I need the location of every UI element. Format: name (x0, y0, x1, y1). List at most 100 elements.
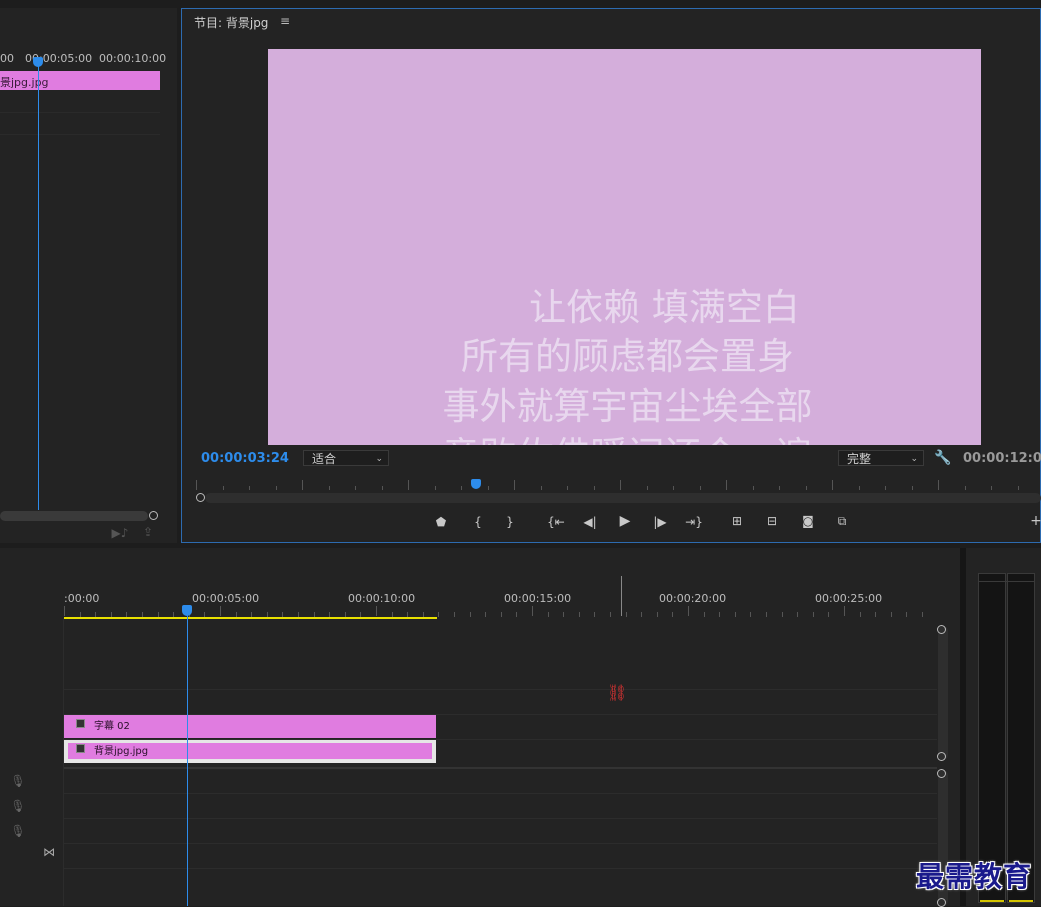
track-divider (64, 868, 937, 869)
source-clip[interactable]: 景jpg.jpg (0, 71, 160, 90)
microphone-icon[interactable]: 🎙 (8, 824, 28, 838)
mark-out-icon[interactable]: } (500, 515, 520, 529)
ruler-tick (673, 486, 674, 490)
timeline-ruler-label-2: 00:00:10:00 (348, 592, 416, 605)
program-scrollbar[interactable] (205, 493, 1041, 503)
ruler-tick (858, 486, 860, 490)
ruler-tick (220, 606, 221, 616)
watermark-logo: 最需教育 (916, 860, 1033, 893)
ruler-tick (469, 612, 471, 617)
quality-select-value: 完整 (847, 452, 872, 466)
ruler-tick (454, 612, 455, 617)
timeline-ruler-label-5: 00:00:25:00 (815, 592, 883, 605)
ruler-tick (376, 606, 377, 616)
audio-meter-right (1007, 573, 1035, 903)
chevron-down-icon: ⌄ (910, 454, 918, 464)
track-header-column (0, 618, 64, 906)
program-scroll-start-handle[interactable] (196, 493, 205, 502)
ruler-tick (1017, 486, 1019, 490)
step-back-icon[interactable]: ◀| (580, 515, 600, 529)
ruler-tick (750, 612, 752, 617)
fit-select[interactable]: 适合 ⌄ (303, 450, 389, 466)
audio-meter-level-right (1009, 900, 1033, 902)
ruler-tick (964, 486, 966, 490)
ruler-tick (890, 612, 892, 617)
source-clip-label: 景jpg.jpg (0, 76, 49, 89)
ruler-tick (461, 486, 462, 490)
ruler-tick (540, 486, 542, 490)
microphone-icon[interactable]: 🎙 (8, 774, 28, 788)
wrench-icon[interactable]: 🔧 (933, 451, 953, 465)
source-track-divider-2 (0, 134, 160, 135)
ruler-tick (302, 480, 303, 490)
ruler-tick (688, 606, 689, 616)
ruler-tick (610, 612, 611, 617)
add-icon[interactable]: + (1026, 514, 1041, 528)
vscroll-handle[interactable] (937, 769, 946, 778)
source-scrollbar[interactable] (0, 511, 148, 521)
go-to-in-icon[interactable]: {⇤ (546, 515, 566, 529)
ruler-tick (381, 486, 383, 490)
ruler-tick (500, 612, 502, 617)
ruler-tick (355, 486, 356, 490)
ruler-tick (991, 486, 992, 490)
current-timecode[interactable]: 00:00:03:24 (201, 451, 289, 466)
step-forward-icon[interactable]: |▶ (650, 515, 670, 529)
play-icon[interactable]: ▶ (615, 514, 635, 528)
go-to-out-icon[interactable]: ⇥} (684, 515, 704, 529)
fx-badge-icon (76, 719, 85, 728)
subtitle-line-4: 竟败佐佛瞬间还会一遍 (271, 425, 981, 445)
ruler-tick (828, 612, 830, 617)
program-time-ruler[interactable] (196, 480, 1041, 494)
ruler-tick (578, 612, 580, 617)
ruler-tick (487, 486, 489, 490)
work-area-bar[interactable] (64, 617, 437, 619)
ruler-tick (672, 612, 674, 617)
ruler-tick (911, 486, 913, 490)
ruler-tick (222, 486, 224, 490)
ruler-tick (656, 612, 658, 617)
vscroll-handle[interactable] (937, 752, 946, 761)
microphone-icon[interactable]: 🎙 (8, 799, 28, 813)
ruler-tick (832, 480, 833, 490)
ruler-tick (726, 480, 727, 490)
ruler-tick (196, 480, 197, 490)
track-divider (64, 689, 937, 690)
mark-in-icon[interactable]: { (468, 515, 488, 529)
source-scroll-end-handle[interactable] (149, 511, 158, 520)
subtitle-line-3: 事外就算宇宙尘埃全部 (442, 385, 813, 428)
unlink-icon[interactable]: ⛓ (607, 685, 627, 701)
audio-mute-icon[interactable]: ▶♪ (110, 526, 130, 540)
timeline-clip-subtitle[interactable]: 字幕 02 (64, 715, 436, 738)
export-icon[interactable]: ⇪ (138, 525, 158, 539)
ruler-tick (812, 612, 814, 617)
subtitle-line-2: 所有的顾虑都会置身 (461, 335, 794, 378)
ruler-tick (766, 612, 767, 617)
extract-icon[interactable]: ⊟ (762, 514, 782, 528)
ruler-tick (859, 612, 861, 617)
audio-meter-left (978, 573, 1006, 903)
panel-menu-icon[interactable]: ≡ (280, 14, 290, 28)
marker-icon[interactable]: ⬟ (431, 515, 451, 529)
program-video-frame[interactable]: 让依赖 填满空白 所有的顾虑都会置身 事外就算宇宙尘埃全部 竟败佐佛瞬间还会一遍 (268, 49, 981, 445)
comparison-view-icon[interactable]: ⧉ (832, 514, 852, 528)
chevron-down-icon: ⌄ (375, 454, 383, 464)
source-track-divider-1 (0, 112, 160, 113)
export-frame-icon[interactable]: ◙ (798, 514, 818, 528)
program-playhead[interactable] (471, 479, 481, 489)
ruler-tick (567, 486, 568, 490)
ruler-tick (646, 486, 648, 490)
ruler-tick (438, 612, 440, 617)
ruler-tick (734, 612, 736, 617)
timeline-ruler-label-3: 00:00:15:00 (504, 592, 572, 605)
vscroll-handle[interactable] (937, 625, 946, 634)
bowtie-icon[interactable]: ⋈ (39, 845, 59, 859)
lift-icon[interactable]: ⊞ (727, 514, 747, 528)
program-monitor-title[interactable]: 节目: 背景jpg (194, 14, 268, 31)
timeline-ruler-label-1: 00:00:05:00 (192, 592, 260, 605)
timeline-vscroll-upper[interactable] (938, 626, 948, 760)
quality-select[interactable]: 完整 ⌄ (838, 450, 924, 466)
ruler-tick (516, 612, 518, 617)
timeline-clip-background[interactable]: 背景jpg.jpg (64, 740, 436, 763)
ruler-tick (703, 612, 705, 617)
